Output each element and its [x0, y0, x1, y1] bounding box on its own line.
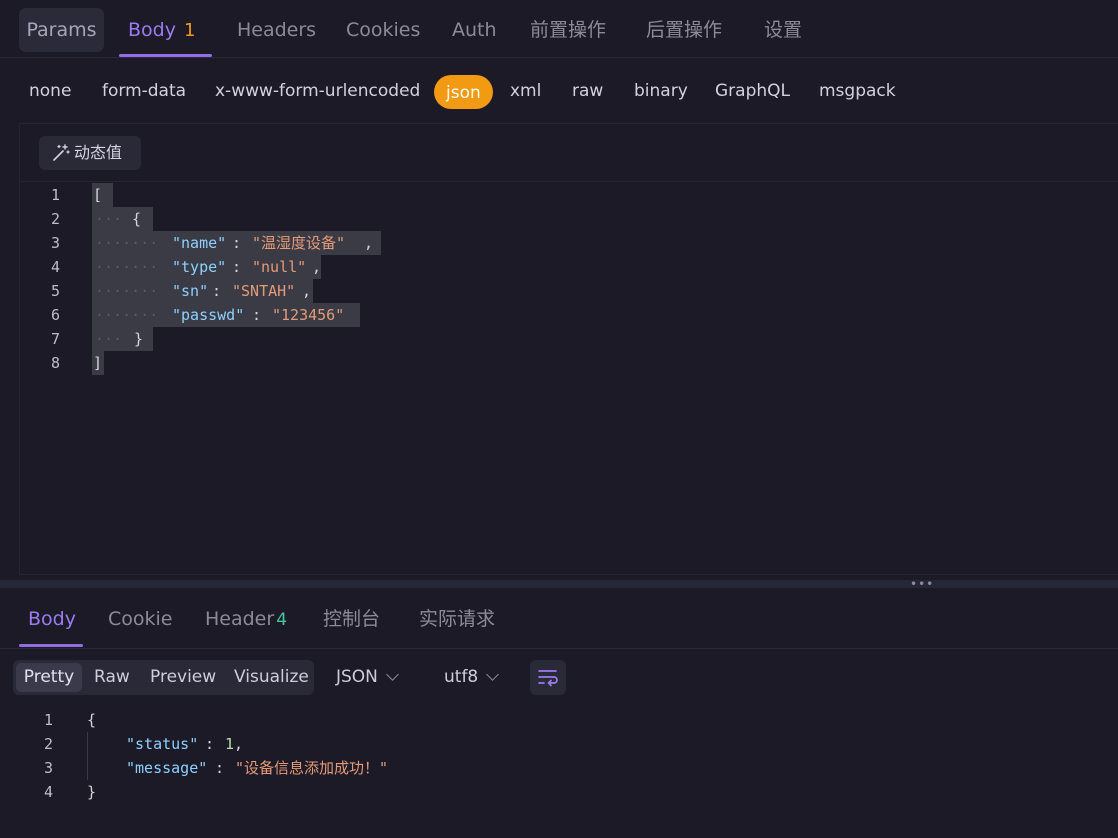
code-token: ,	[312, 258, 322, 276]
view-mode-preview[interactable]: Preview	[150, 663, 216, 692]
line-number: 1	[50, 186, 60, 204]
encoding-select-value: utf8	[444, 667, 479, 687]
json-key: "passwd"	[172, 306, 245, 324]
tab-body-label: Body	[128, 19, 176, 41]
json-key: "type"	[172, 258, 227, 276]
indent-guide: ···	[95, 330, 123, 348]
response-tab-actual-request[interactable]: 实际请求	[419, 596, 495, 642]
word-wrap-icon	[538, 670, 558, 687]
body-type-xml[interactable]: xml	[510, 72, 541, 106]
json-key: "status"	[126, 735, 199, 753]
dynamic-value-button[interactable]: 动态值	[39, 136, 141, 170]
code-token: ]	[93, 354, 103, 372]
body-type-graphql[interactable]: GraphQL	[715, 72, 790, 106]
line-number: 6	[50, 306, 60, 324]
json-key: "name"	[172, 234, 227, 252]
panel-resize-divider[interactable]	[0, 580, 1118, 588]
line-number: 1	[43, 711, 53, 729]
body-type-binary[interactable]: binary	[634, 72, 688, 106]
code-token: }	[134, 330, 144, 348]
tab-pre-ops[interactable]: 前置操作	[530, 8, 606, 52]
tab-body-count-badge: 1	[183, 20, 196, 41]
dynamic-value-label: 动态值	[74, 143, 123, 162]
json-number: 1	[225, 735, 235, 753]
header-count-badge: 4	[276, 610, 288, 630]
view-mode-pretty[interactable]: Pretty	[16, 663, 82, 692]
line-number: 8	[50, 354, 60, 372]
line-number: 7	[50, 330, 60, 348]
json-string: "123456"	[272, 306, 345, 324]
response-tab-header[interactable]: Header 4	[205, 596, 287, 642]
code-token: :	[215, 759, 234, 777]
code-token: ,	[364, 234, 374, 252]
tab-settings[interactable]: 设置	[764, 8, 802, 52]
json-string: "温湿度设备"	[252, 234, 346, 252]
indent-guide: ·······	[95, 234, 159, 252]
body-type-none[interactable]: none	[29, 72, 71, 106]
view-mode-selector: Pretty Raw Preview Visualize	[13, 660, 314, 695]
json-string: "SNTAH"	[232, 282, 296, 300]
code-token: :	[205, 735, 224, 753]
indent-guide: ·······	[95, 306, 159, 324]
format-select-value: JSON	[336, 667, 378, 687]
resize-grip-icon[interactable]: •••	[910, 578, 934, 590]
chevron-down-icon	[386, 668, 399, 681]
json-string: "设备信息添加成功！"	[235, 759, 389, 777]
json-key: "message"	[126, 759, 208, 777]
request-body-editor[interactable]: 动态值	[19, 123, 1118, 575]
tab-headers[interactable]: Headers	[237, 8, 316, 52]
line-number: 3	[50, 234, 60, 252]
indent-guide	[87, 732, 88, 780]
response-tab-body[interactable]: Body	[28, 596, 76, 642]
response-active-tab-indicator	[19, 644, 83, 647]
code-token: {	[132, 210, 142, 228]
tab-body[interactable]: Body 1	[128, 8, 195, 52]
json-key: "sn"	[172, 282, 209, 300]
active-tab-indicator	[119, 54, 212, 57]
tab-auth[interactable]: Auth	[452, 8, 497, 52]
request-tabs: Params Body 1 Headers Cookies Auth 前置操作 后…	[0, 0, 1118, 58]
indent-guide: ·······	[95, 282, 159, 300]
code-token: [	[93, 186, 103, 204]
body-type-selector: none form-data x-www-form-urlencoded jso…	[0, 72, 1118, 110]
code-token: }	[87, 783, 97, 801]
code-token: ,	[302, 282, 312, 300]
chevron-down-icon	[486, 668, 500, 681]
line-number: 3	[43, 759, 53, 777]
tab-params[interactable]: Params	[19, 8, 104, 52]
line-number: 2	[50, 210, 60, 228]
indent-guide: ···	[95, 210, 123, 228]
tab-post-ops[interactable]: 后置操作	[646, 8, 722, 52]
code-token: :	[232, 234, 251, 252]
code-token: :	[252, 306, 271, 324]
body-type-raw[interactable]: raw	[572, 72, 603, 106]
line-number: 2	[43, 735, 53, 753]
code-token: :	[212, 282, 231, 300]
body-type-urlencoded[interactable]: x-www-form-urlencoded	[215, 72, 420, 106]
code-token: ,	[234, 735, 244, 753]
response-tabs: Body Cookie Header 4 控制台 实际请求	[0, 596, 1118, 649]
line-number: 5	[50, 282, 60, 300]
encoding-select[interactable]: utf8	[444, 660, 500, 695]
tab-cookies[interactable]: Cookies	[346, 8, 420, 52]
indent-guide: ·······	[95, 258, 159, 276]
line-number: 4	[43, 783, 53, 801]
response-tab-cookie[interactable]: Cookie	[108, 596, 173, 642]
code-token: {	[87, 711, 97, 729]
response-tab-console[interactable]: 控制台	[323, 596, 380, 642]
format-select[interactable]: JSON	[336, 660, 399, 695]
magic-wand-icon	[53, 144, 70, 161]
line-number: 4	[50, 258, 60, 276]
body-type-msgpack[interactable]: msgpack	[819, 72, 896, 106]
body-type-form-data[interactable]: form-data	[102, 72, 186, 106]
response-tab-header-label: Header	[205, 608, 275, 630]
view-mode-visualize[interactable]: Visualize	[234, 663, 309, 692]
json-string: "null"	[252, 258, 307, 276]
code-token: :	[232, 258, 251, 276]
word-wrap-button[interactable]	[530, 660, 566, 695]
editor-divider	[20, 181, 1118, 182]
body-type-json[interactable]: json	[434, 75, 493, 109]
view-mode-raw[interactable]: Raw	[94, 663, 130, 692]
